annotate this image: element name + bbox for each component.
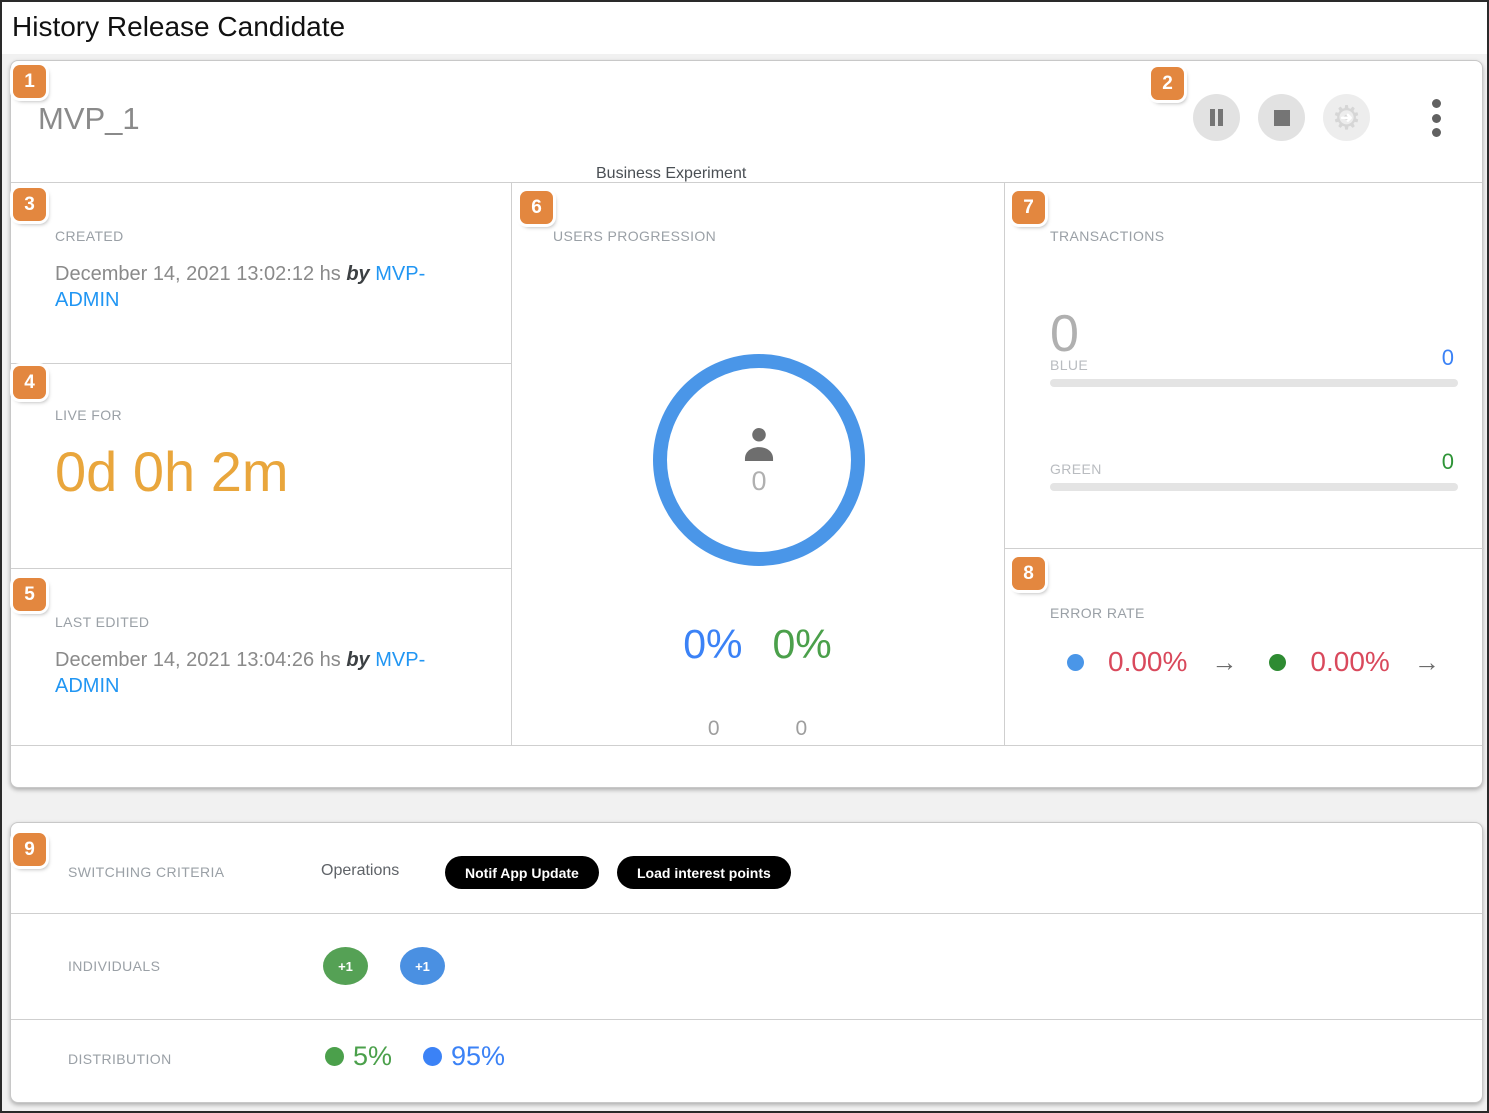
individuals-label: INDIVIDUALS bbox=[68, 958, 160, 974]
last-edited-by-label: by bbox=[346, 649, 369, 671]
users-count: 0 bbox=[751, 466, 766, 497]
created-label: CREATED bbox=[55, 228, 124, 244]
annotation-badge-3: 3 bbox=[13, 188, 46, 221]
switching-criteria-label: SWITCHING CRITERIA bbox=[68, 864, 225, 880]
app-window: History Release Candidate 1 2 3 4 5 6 7 … bbox=[0, 0, 1489, 1113]
pause-button[interactable] bbox=[1193, 94, 1240, 141]
individuals-green-chip[interactable]: +1 bbox=[323, 947, 368, 985]
annotation-badge-4: 4 bbox=[13, 366, 46, 399]
transactions-divider bbox=[1004, 548, 1484, 549]
gear-arrow-icon: ⚙ ➜ bbox=[1330, 101, 1364, 135]
green-user-count: 0 bbox=[796, 717, 808, 741]
last-edited-date-text: December 14, 2021 13:04:26 hs bbox=[55, 649, 341, 671]
users-progression-ring: 0 bbox=[653, 354, 865, 566]
experiment-name: MVP_1 bbox=[38, 101, 140, 137]
kebab-dot bbox=[1432, 114, 1441, 123]
operation-button-load-interest-points[interactable]: Load interest points bbox=[617, 856, 791, 889]
experiment-card: 1 2 3 4 5 6 7 8 MVP_1 Business Experimen… bbox=[10, 60, 1483, 788]
individuals-blue-chip[interactable]: +1 bbox=[400, 947, 445, 985]
blue-error-value: 0.00% bbox=[1108, 646, 1187, 678]
annotation-badge-8: 8 bbox=[1012, 557, 1045, 590]
green-progress-bar bbox=[1050, 483, 1458, 491]
annotation-badge-7: 7 bbox=[1012, 191, 1045, 224]
live-for-value: 0d 0h 2m bbox=[55, 439, 289, 504]
blue-user-count: 0 bbox=[708, 717, 720, 741]
annotation-badge-2: 2 bbox=[1151, 67, 1184, 100]
blue-dot-icon bbox=[423, 1047, 442, 1066]
operation-button-notif-app-update[interactable]: Notif App Update bbox=[445, 856, 599, 889]
blue-distribution-value: 95% bbox=[451, 1041, 505, 1072]
created-date: December 14, 2021 13:02:12 hs by MVP-ADM… bbox=[55, 261, 445, 313]
distribution-label: DISTRIBUTION bbox=[68, 1051, 172, 1067]
pause-icon bbox=[1210, 109, 1223, 126]
operations-label: Operations bbox=[321, 862, 399, 880]
blue-row-label: BLUE bbox=[1050, 357, 1088, 373]
live-for-label: LIVE FOR bbox=[55, 407, 122, 423]
transactions-total: 0 bbox=[1050, 304, 1079, 364]
livefor-divider bbox=[11, 568, 511, 569]
last-edited-label: LAST EDITED bbox=[55, 614, 149, 630]
person-icon bbox=[739, 424, 779, 462]
title-bar: History Release Candidate bbox=[2, 2, 1487, 54]
annotation-badge-9: 9 bbox=[13, 833, 46, 866]
annotation-badge-5: 5 bbox=[13, 578, 46, 611]
users-subcounts: 0 0 bbox=[511, 717, 1004, 741]
green-error-value: 0.00% bbox=[1310, 646, 1389, 678]
kebab-dot bbox=[1432, 128, 1441, 137]
switching-header-divider bbox=[11, 913, 1482, 914]
green-row-value: 0 bbox=[1442, 449, 1454, 475]
more-options-button[interactable] bbox=[1416, 97, 1456, 139]
page-title: History Release Candidate bbox=[12, 11, 345, 43]
blue-percentage: 0% bbox=[683, 621, 742, 668]
arrow-right-icon: → bbox=[1211, 647, 1237, 678]
experiment-type-label: Business Experiment bbox=[596, 165, 746, 183]
green-percentage: 0% bbox=[773, 621, 832, 668]
green-distribution-value: 5% bbox=[353, 1041, 392, 1072]
created-divider bbox=[11, 363, 511, 364]
last-edited-date: December 14, 2021 13:04:26 hs by MVP-ADM… bbox=[55, 647, 445, 699]
created-date-text: December 14, 2021 13:02:12 hs bbox=[55, 263, 341, 285]
green-dot-icon bbox=[325, 1047, 344, 1066]
blue-dot-icon bbox=[1067, 654, 1084, 671]
green-row-label: GREEN bbox=[1050, 461, 1102, 477]
transactions-label: TRANSACTIONS bbox=[1050, 228, 1164, 244]
right-column-divider bbox=[1004, 182, 1005, 745]
blue-row-value: 0 bbox=[1442, 345, 1454, 371]
arrow-right-icon: → bbox=[1414, 647, 1440, 678]
card-bottom-divider bbox=[11, 745, 1482, 746]
distribution-green: 5% bbox=[325, 1041, 392, 1072]
stop-button[interactable] bbox=[1258, 94, 1305, 141]
header-divider bbox=[11, 182, 1482, 183]
green-dot-icon bbox=[1269, 654, 1286, 671]
distribution-blue: 95% bbox=[423, 1041, 505, 1072]
switching-criteria-card: 9 SWITCHING CRITERIA Operations Notif Ap… bbox=[10, 822, 1483, 1103]
error-rate-row: 0.00% → 0.00% → bbox=[1067, 646, 1440, 678]
annotation-badge-6: 6 bbox=[520, 191, 553, 224]
blue-progress-bar bbox=[1050, 379, 1458, 387]
created-by-label: by bbox=[346, 263, 369, 285]
users-progression-label: USERS PROGRESSION bbox=[553, 228, 716, 244]
stop-icon bbox=[1274, 110, 1290, 126]
promote-button[interactable]: ⚙ ➜ bbox=[1323, 94, 1370, 141]
error-rate-label: ERROR RATE bbox=[1050, 605, 1145, 621]
users-percentages: 0% 0% bbox=[511, 621, 1004, 668]
annotation-badge-1: 1 bbox=[13, 65, 46, 98]
kebab-dot bbox=[1432, 99, 1441, 108]
individuals-divider bbox=[11, 1019, 1482, 1020]
